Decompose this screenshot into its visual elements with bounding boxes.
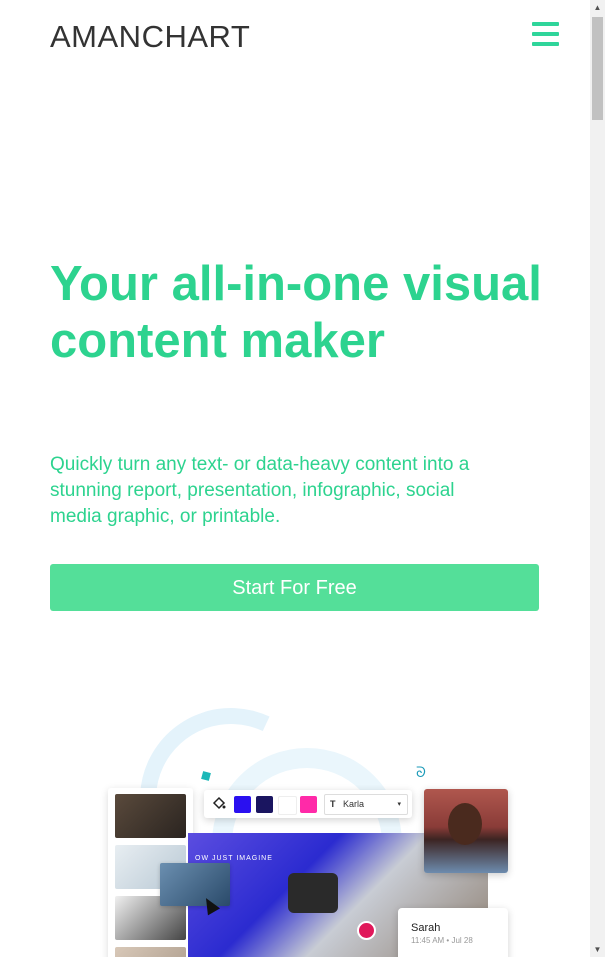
color-swatch-white[interactable] [278,796,297,815]
floating-photo[interactable] [160,863,230,906]
font-select[interactable]: T Karla ▾ [324,794,408,815]
text-t-icon: T [330,799,336,809]
chevron-down-icon: ▾ [397,801,401,808]
site-header: AMANCHART [0,0,590,75]
color-swatch-navy[interactable] [256,796,273,813]
start-for-free-button[interactable]: Start For Free [50,564,539,611]
scroll-down-arrow-icon[interactable]: ▼ [590,942,605,957]
comment-marker[interactable] [357,921,376,940]
color-swatch-pink[interactable] [300,796,317,813]
vertical-scrollbar[interactable]: ▲ ▼ [590,0,605,957]
paint-bucket-icon[interactable] [212,796,226,810]
hero-subtitle: Quickly turn any text- or data-heavy con… [50,454,470,527]
brand-logo[interactable]: AMANCHART [50,19,250,55]
face [448,803,482,845]
smartwatch-photo [288,873,338,913]
font-name: Karla [343,799,365,809]
canvas-headline: OW JUST IMAGINE [195,855,273,862]
hero-title: Your all-in-one visual content maker [50,257,542,368]
woman-photo [424,789,508,873]
menu-bar [532,22,559,26]
menu-bar [532,42,559,46]
hero-illustration: ᘐ OW JUST IMAGINE T Karla ▾ Sarah 11:45 … [0,690,590,957]
comment-author: Sarah [411,922,441,934]
color-swatch-blue[interactable] [234,796,251,813]
scroll-up-arrow-icon[interactable]: ▲ [590,0,605,15]
thumbnail-office[interactable] [115,947,186,957]
thumbnail-meeting[interactable] [115,794,186,838]
comment-card: Sarah 11:45 AM • Jul 28 [398,908,508,957]
squiggle-icon: ᘐ [416,764,426,780]
comment-time: 11:45 AM • Jul 28 [411,936,473,945]
scrollbar-thumb[interactable] [592,17,603,120]
editor-toolbar: T Karla ▾ [204,790,412,818]
hamburger-menu-icon[interactable] [532,22,559,46]
menu-bar [532,32,559,36]
